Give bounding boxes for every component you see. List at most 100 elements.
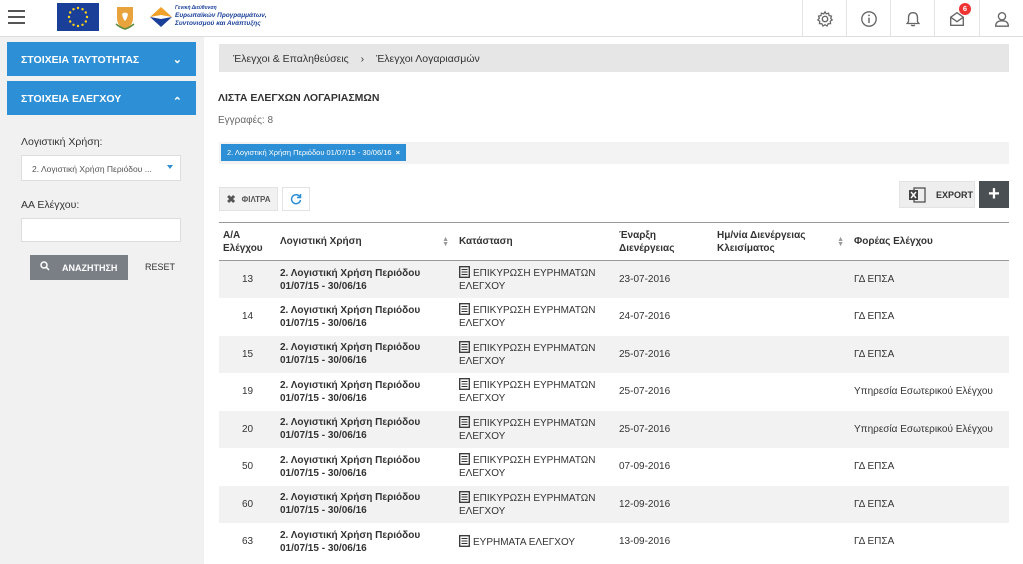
breadcrumb-item[interactable]: Έλεγχοι & Επαληθεύσεις xyxy=(233,53,349,65)
column-header[interactable]: Λογιστική Χρήση ▲ ▼ xyxy=(276,222,455,261)
document-icon xyxy=(459,534,470,547)
cell-period: 2. Λογιστική Χρήση Περιόδου 01/07/15 - 3… xyxy=(276,410,455,448)
cell-id: 19 xyxy=(241,386,254,398)
user-icon xyxy=(994,11,1009,27)
document-icon xyxy=(459,415,470,428)
settings-button[interactable] xyxy=(802,0,846,37)
cell-control-body: ΓΔ ΕΠΣΑ xyxy=(854,311,895,323)
close-icon[interactable]: × xyxy=(396,148,400,157)
column-header[interactable]: Φορέας Ελέγχου xyxy=(850,222,1009,261)
chevron-down-icon: ⌄ xyxy=(172,54,182,66)
cyprus-emblem-logo xyxy=(113,4,137,30)
cell-close-date xyxy=(713,523,850,561)
cell-close-date xyxy=(713,298,850,336)
cell-control-body: ΓΔ ΕΠΣΑ xyxy=(854,536,895,548)
status-text: ΕΠΙΚΥΡΩΣΗ ΕΥΡΗΜΑΤΩΝ ΕΛΕΓΧΟΥ xyxy=(459,342,596,367)
search-button-label: ΑΝΑΖΗΤΗΣΗ xyxy=(62,262,118,273)
messages-button[interactable]: 6 xyxy=(934,0,978,37)
cell-id: 20 xyxy=(219,410,276,448)
close-icon: ✖ xyxy=(226,193,236,206)
excel-icon xyxy=(909,186,926,203)
logo-text-line: Συντονισμού και Ανάπτυξης xyxy=(175,20,261,27)
cell-start-date: 24-07-2016 xyxy=(619,311,671,323)
cell-period: 2. Λογιστική Χρήση Περιόδου 01/07/15 - 3… xyxy=(276,335,455,373)
directorate-logo: Γενική Διεύθυνση Ευρωπαϊκών Προγραμμάτων… xyxy=(148,3,288,33)
search-button[interactable]: ΑΝΑΖΗΤΗΣΗ xyxy=(30,255,128,280)
sidebar: ΣΤΟΙΧΕΙΑ ΤΑΥΤΟΤΗΤΑΣ ⌄ ΣΤΟΙΧΕΙΑ ΕΛΕΓΧΟΥ ⌃… xyxy=(0,37,204,564)
filters-button[interactable]: ✖ ΦΙΛΤΡΑ xyxy=(219,187,278,211)
cell-id: 15 xyxy=(219,335,276,373)
notifications-button[interactable] xyxy=(890,0,934,37)
cell-control-body: Υπηρεσία Εσωτερικού Ελέγχου xyxy=(850,410,1009,448)
column-header[interactable]: Ημ/νία Διενέργειας Κλεισίματος ▲ ▼ xyxy=(713,222,850,261)
cell-start-date: 25-07-2016 xyxy=(615,410,713,448)
filters-button-label: ΦΙΛΤΡΑ xyxy=(241,194,271,204)
fiscal-year-select[interactable]: 2. Λογιστική Χρήση Περιόδου ... xyxy=(21,155,181,181)
cell-status: ΕΠΙΚΥΡΩΣΗ ΕΥΡΗΜΑΤΩΝ ΕΛΕΓΧΟΥ xyxy=(455,298,615,336)
cell-id: 50 xyxy=(241,461,254,473)
filter-chip-label: 2. Λογιστική Χρήση Περιόδου 01/07/15 - 3… xyxy=(227,148,392,157)
page-title: ΛΙΣΤΑ ΕΛΕΓΧΩΝ ΛΟΓΑΡΙΑΣΜΩΝ xyxy=(218,92,380,104)
fiscal-year-value: 2. Λογιστική Χρήση Περιόδου ... xyxy=(32,164,152,174)
export-button-label: EXPORT xyxy=(936,189,974,200)
table-row[interactable]: 14 2. Λογιστική Χρήση Περιόδου 01/07/15 -… xyxy=(219,298,1009,336)
refresh-button[interactable] xyxy=(282,187,310,211)
filter-chip[interactable]: 2. Λογιστική Χρήση Περιόδου 01/07/15 - 3… xyxy=(221,144,406,161)
table-header-row: Α/Α Ελέγχου Λογιστική Χρήση ▲ ▼ Κατάσταση … xyxy=(219,222,1009,261)
breadcrumb-item-current: Έλεγχοι Λογαριασμών xyxy=(376,53,480,65)
document-icon xyxy=(459,340,470,353)
accordion-control[interactable]: ΣΤΟΙΧΕΙΑ ΕΛΕΓΧΟΥ ⌃ xyxy=(7,81,196,115)
export-button[interactable]: EXPORT xyxy=(899,181,975,208)
add-button[interactable]: + xyxy=(979,181,1009,208)
cell-start-date: 07-09-2016 xyxy=(619,461,671,473)
table-row[interactable]: 15 2. Λογιστική Χρήση Περιόδου 01/07/15 -… xyxy=(219,335,1009,373)
document-icon xyxy=(459,453,470,466)
cell-control-body: ΓΔ ΕΠΣΑ xyxy=(854,461,895,473)
bell-icon xyxy=(905,11,920,26)
cell-id: 14 xyxy=(241,311,254,323)
search-icon xyxy=(40,261,50,274)
cell-status: ΕΠΙΚΥΡΩΣΗ ΕΥΡΗΜΑΤΩΝ ΕΛΕΓΧΟΥ xyxy=(455,485,615,523)
status-text: ΕΠΙΚΥΡΩΣΗ ΕΥΡΗΜΑΤΩΝ ΕΛΕΓΧΟΥ xyxy=(459,455,596,480)
table-row[interactable]: 63 2. Λογιστική Χρήση Περιόδου 01/07/15 -… xyxy=(219,523,1009,561)
refresh-icon xyxy=(290,193,302,205)
cell-id: 60 xyxy=(219,485,276,523)
cell-start-date: 23-07-2016 xyxy=(615,260,713,298)
menu-icon[interactable] xyxy=(8,10,25,26)
user-button[interactable] xyxy=(979,0,1023,37)
table-row[interactable]: 20 2. Λογιστική Χρήση Περιόδου 01/07/15 -… xyxy=(219,410,1009,448)
cell-control-body: ΓΔ ΕΠΣΑ xyxy=(850,335,1009,373)
column-header[interactable]: Α/Α Ελέγχου xyxy=(219,222,276,261)
cell-close-date xyxy=(713,448,850,486)
status-text: ΕΠΙΚΥΡΩΣΗ ΕΥΡΗΜΑΤΩΝ ΕΛΕΓΧΟΥ xyxy=(459,380,596,405)
accordion-identity[interactable]: ΣΤΟΙΧΕΙΑ ΤΑΥΤΟΤΗΤΑΣ ⌄ xyxy=(7,42,196,76)
accounts-controls-table: Α/Α Ελέγχου Λογιστική Χρήση ▲ ▼ Κατάσταση … xyxy=(219,222,1009,561)
document-icon xyxy=(459,490,470,503)
cell-period: 2. Λογιστική Χρήση Περιόδου 01/07/15 - 3… xyxy=(280,529,421,554)
cell-id: 63 xyxy=(241,536,254,548)
column-header-label: Λογιστική Χρήση xyxy=(280,236,362,247)
table-row[interactable]: 60 2. Λογιστική Χρήση Περιόδου 01/07/15 -… xyxy=(219,485,1009,523)
top-bar: Γενική Διεύθυνση Ευρωπαϊκών Προγραμμάτων… xyxy=(0,0,1023,37)
cell-status: ΕΠΙΚΥΡΩΣΗ ΕΥΡΗΜΑΤΩΝ ΕΛΕΓΧΟΥ xyxy=(455,373,615,411)
column-header-label: Ημ/νία Διενέργειας Κλεισίματος xyxy=(717,229,806,254)
column-header[interactable]: Έναρξη Διενέργειας xyxy=(615,222,713,261)
cell-status: ΕΥΡΗΜΑΤΑ ΕΛΕΓΧΟΥ xyxy=(455,523,615,561)
table-row[interactable]: 50 2. Λογιστική Χρήση Περιόδου 01/07/15 -… xyxy=(219,448,1009,486)
cell-status: ΕΠΙΚΥΡΩΣΗ ΕΥΡΗΜΑΤΩΝ ΕΛΕΓΧΟΥ xyxy=(455,260,615,298)
active-filters-bar: 2. Λογιστική Χρήση Περιόδου 01/07/15 - 3… xyxy=(219,142,1009,164)
status-text: ΕΠΙΚΥΡΩΣΗ ΕΥΡΗΜΑΤΩΝ ΕΛΕΓΧΟΥ xyxy=(459,305,596,330)
records-count: Εγγραφές: 8 xyxy=(218,115,274,126)
cell-start-date: 25-07-2016 xyxy=(615,335,713,373)
column-header-label: Κατάσταση xyxy=(459,236,513,247)
control-no-input[interactable] xyxy=(21,218,181,242)
table-row[interactable]: 13 2. Λογιστική Χρήση Περιόδου 01/07/15 -… xyxy=(219,260,1009,298)
main-content: Έλεγχοι & Επαληθεύσεις › Έλεγχοι Λογαρια… xyxy=(204,37,1023,564)
column-header-label: Έναρξη Διενέργειας xyxy=(619,229,675,254)
table-row[interactable]: 19 2. Λογιστική Χρήση Περιόδου 01/07/15 -… xyxy=(219,373,1009,411)
cell-status: ΕΠΙΚΥΡΩΣΗ ΕΥΡΗΜΑΤΩΝ ΕΛΕΓΧΟΥ xyxy=(455,410,615,448)
cell-period: 2. Λογιστική Χρήση Περιόδου 01/07/15 - 3… xyxy=(280,379,421,404)
reset-button[interactable]: RESET xyxy=(145,262,175,272)
column-header[interactable]: Κατάσταση xyxy=(455,222,615,261)
info-button[interactable] xyxy=(846,0,890,37)
